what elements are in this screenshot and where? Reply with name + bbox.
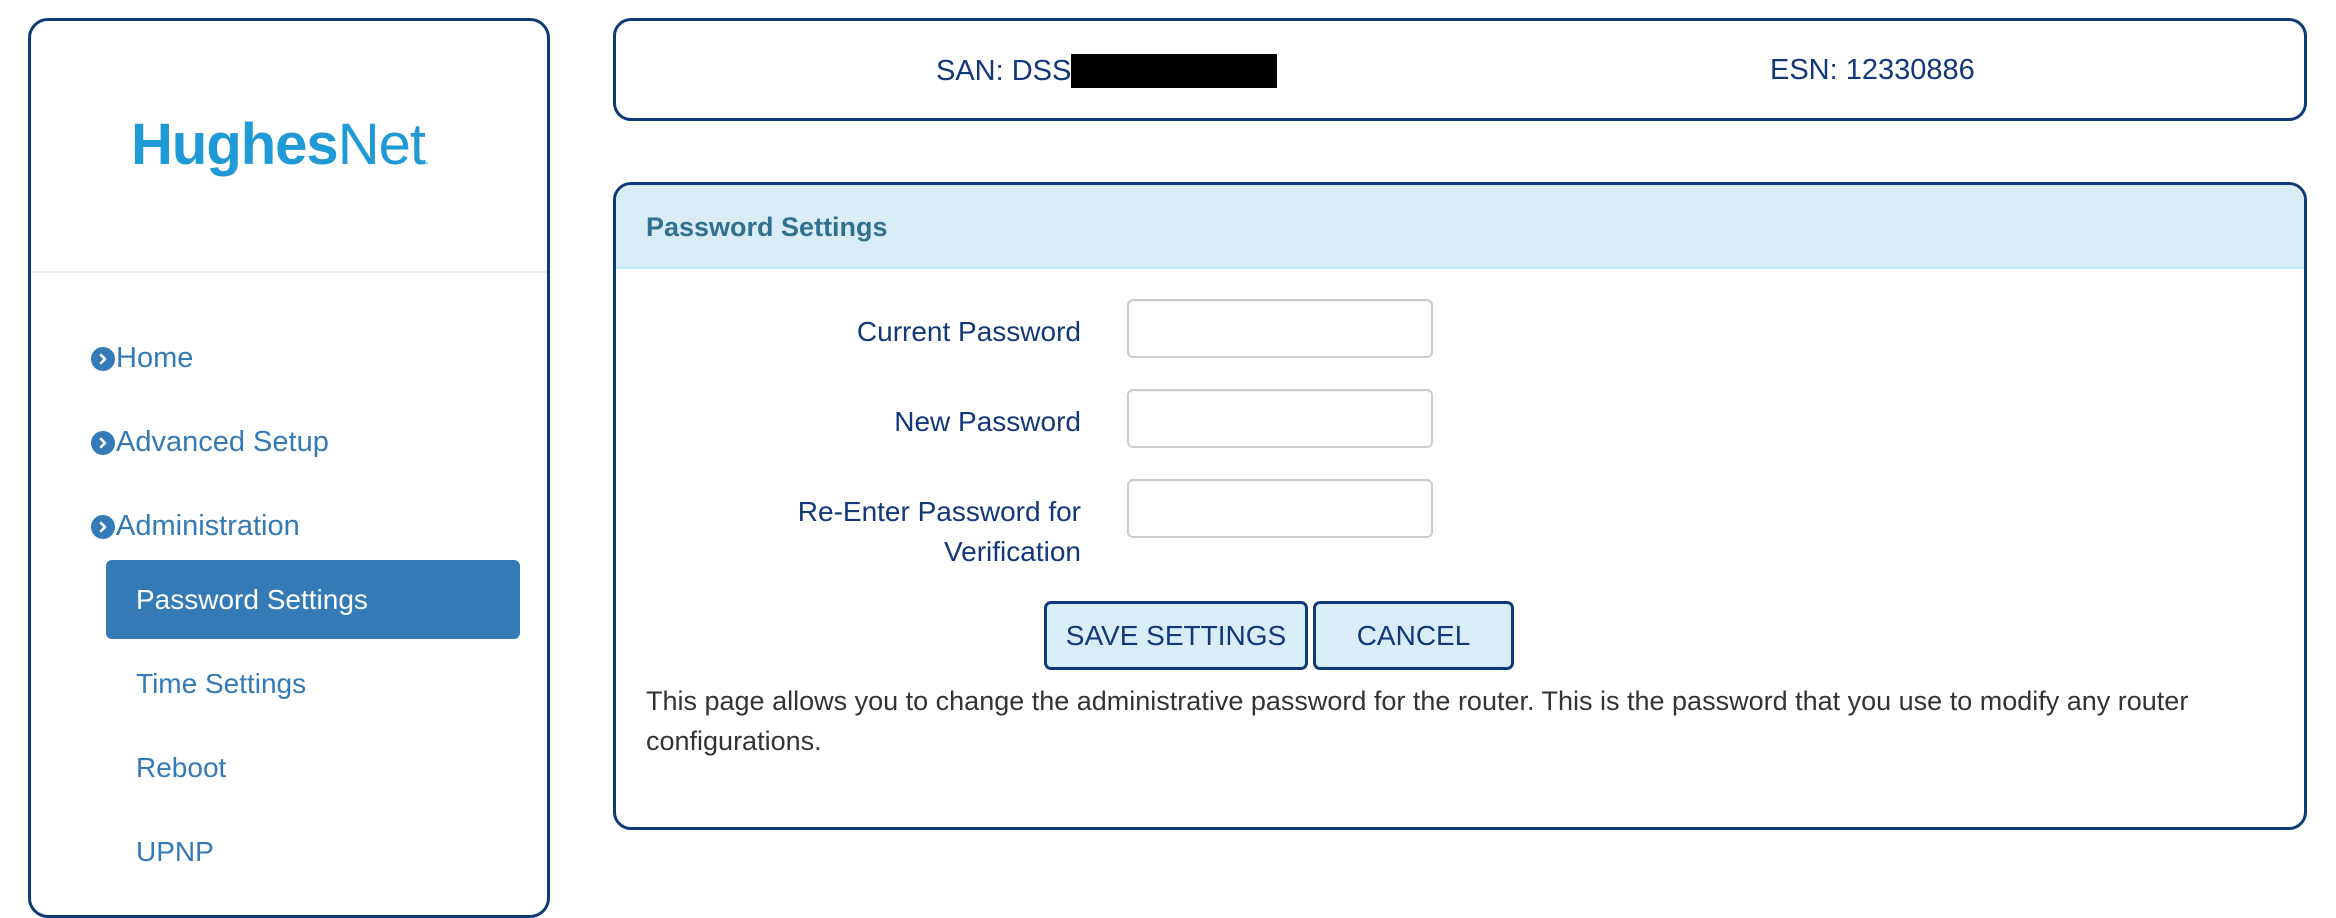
sidebar-item-label: Time Settings: [136, 667, 307, 699]
hughesnet-logo[interactable]: HughesNet.: [131, 112, 429, 177]
nav-item-administration[interactable]: Administration: [91, 510, 300, 543]
chevron-circle-right-icon: [91, 430, 115, 455]
password-settings-panel: Password Settings Current Password New P…: [613, 182, 2307, 830]
new-password-label: New Password: [894, 406, 1081, 437]
sidebar-item-label: Password Settings: [136, 583, 368, 615]
sidebar: HughesNet. Home Advanced Setup Administr…: [28, 18, 550, 918]
verify-password-label-line1: Re-Enter Password for: [797, 496, 1081, 527]
cancel-button[interactable]: CANCEL: [1313, 601, 1514, 670]
san-redaction: [1071, 54, 1278, 88]
new-password-input[interactable]: [1127, 389, 1433, 448]
sidebar-item-time-settings[interactable]: Time Settings: [106, 644, 520, 723]
esn-info: ESN: 12330886: [1770, 54, 1975, 87]
sidebar-item-reboot[interactable]: Reboot: [106, 728, 520, 807]
sidebar-item-label: Reboot: [136, 751, 227, 783]
chevron-circle-right-icon: [91, 346, 115, 371]
save-settings-button[interactable]: SAVE SETTINGS: [1044, 601, 1308, 670]
esn-label: ESN: 12330886: [1770, 54, 1975, 86]
nav-item-label: Advanced Setup: [116, 426, 329, 458]
verify-password-label: Re-Enter Password for Verification: [798, 492, 1081, 572]
logo-text-bold: Hughes: [131, 112, 339, 177]
nav-item-label: Administration: [116, 510, 300, 542]
nav-item-home[interactable]: Home: [91, 342, 193, 375]
sidebar-item-upnp[interactable]: UPNP: [106, 812, 520, 891]
san-info: SAN: DSS: [936, 54, 1278, 88]
device-info-card: SAN: DSS ESN: 12330886: [613, 18, 2307, 121]
panel-heading: Password Settings: [616, 185, 2304, 269]
verify-password-input[interactable]: [1127, 479, 1433, 538]
current-password-label: Current Password: [856, 316, 1081, 347]
panel-title: Password Settings: [646, 212, 888, 242]
sidebar-item-label: UPNP: [136, 835, 214, 867]
logo-text-regular: Net: [337, 112, 426, 177]
sidebar-divider: [31, 271, 547, 273]
san-label: SAN: DSS: [936, 54, 1072, 87]
sidebar-item-password-settings[interactable]: Password Settings: [106, 560, 520, 639]
page-description: This page allows you to change the admin…: [646, 686, 2189, 756]
logo-mark: .: [424, 151, 429, 167]
verify-password-label-line2: Verification: [944, 536, 1081, 567]
nav-item-label: Home: [116, 342, 194, 374]
nav-item-advanced-setup[interactable]: Advanced Setup: [91, 426, 329, 459]
current-password-input[interactable]: [1127, 299, 1433, 358]
chevron-circle-right-icon: [91, 514, 115, 539]
